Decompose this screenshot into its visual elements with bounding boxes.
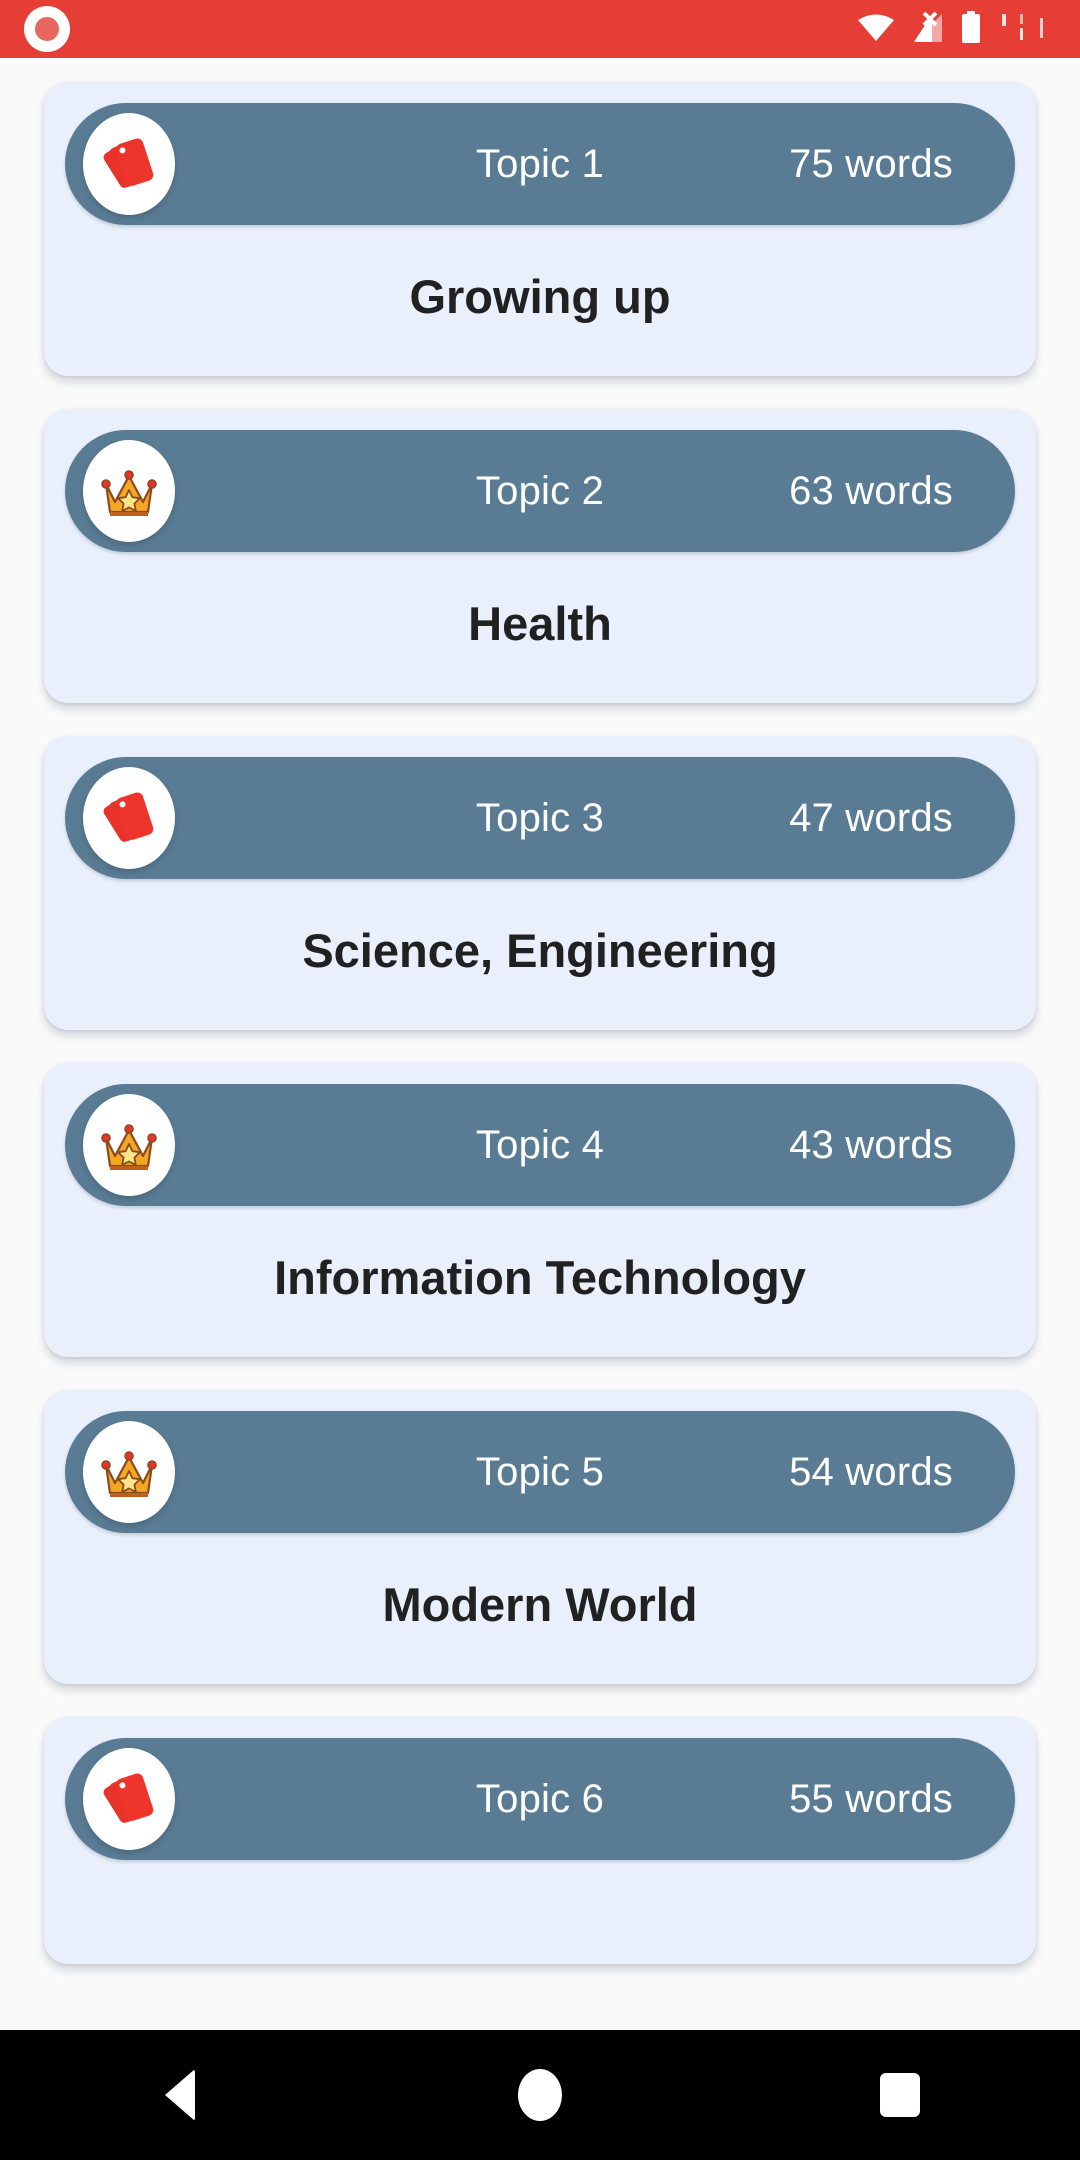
topic-title: Information Technology [274,1251,806,1304]
topic-card[interactable]: Topic 1 75 words Growing up [44,82,1036,376]
topic-card-header: Topic 6 55 words [65,1738,1015,1860]
topic-card[interactable]: Topic 3 47 words Science, Engineering [44,736,1036,1030]
topic-list[interactable]: Topic 1 75 words Growing up Topic 2 63 w… [0,58,1080,2030]
nav-recents-button[interactable] [720,2030,1080,2160]
topic-word-count: 43 words [789,1122,953,1167]
topic-card-header: Topic 3 47 words [65,757,1015,879]
recents-square-icon [880,2073,920,2117]
topic-card[interactable]: Topic 5 54 words Modern World [44,1390,1036,1684]
clock-icon [998,12,1052,47]
topic-card-header: Topic 2 63 words [65,430,1015,552]
status-bar-icons [858,10,1052,48]
topic-title [65,1860,1015,1964]
nav-back-button[interactable] [0,2030,360,2160]
topic-card[interactable]: Topic 6 55 words [44,1717,1036,1964]
android-navigation-bar [0,2030,1080,2160]
battery-icon [960,10,982,48]
topic-title: Growing up [409,270,671,323]
topic-card-header: Topic 4 43 words [65,1084,1015,1206]
topic-title: Science, Engineering [302,924,778,977]
screen-recording-dot-icon [24,6,70,52]
wifi-icon [858,12,894,47]
topic-card-header: Topic 1 75 words [65,103,1015,225]
back-triangle-icon [165,2069,195,2121]
topic-title: Health [468,597,612,650]
topic-word-count: 47 words [789,795,953,840]
topic-word-count: 55 words [789,1776,953,1821]
home-circle-icon [518,2069,562,2121]
topic-card-header: Topic 5 54 words [65,1411,1015,1533]
topic-word-count: 54 words [789,1449,953,1494]
topic-card[interactable]: Topic 4 43 words Information Technology [44,1063,1036,1357]
topic-card[interactable]: Topic 2 63 words Health [44,409,1036,703]
status-bar [0,0,1080,58]
nav-home-button[interactable] [360,2030,720,2160]
topic-word-count: 75 words [789,141,953,186]
topic-word-count: 63 words [789,468,953,513]
cellular-signal-off-icon [910,11,944,48]
topic-title: Modern World [382,1578,698,1631]
